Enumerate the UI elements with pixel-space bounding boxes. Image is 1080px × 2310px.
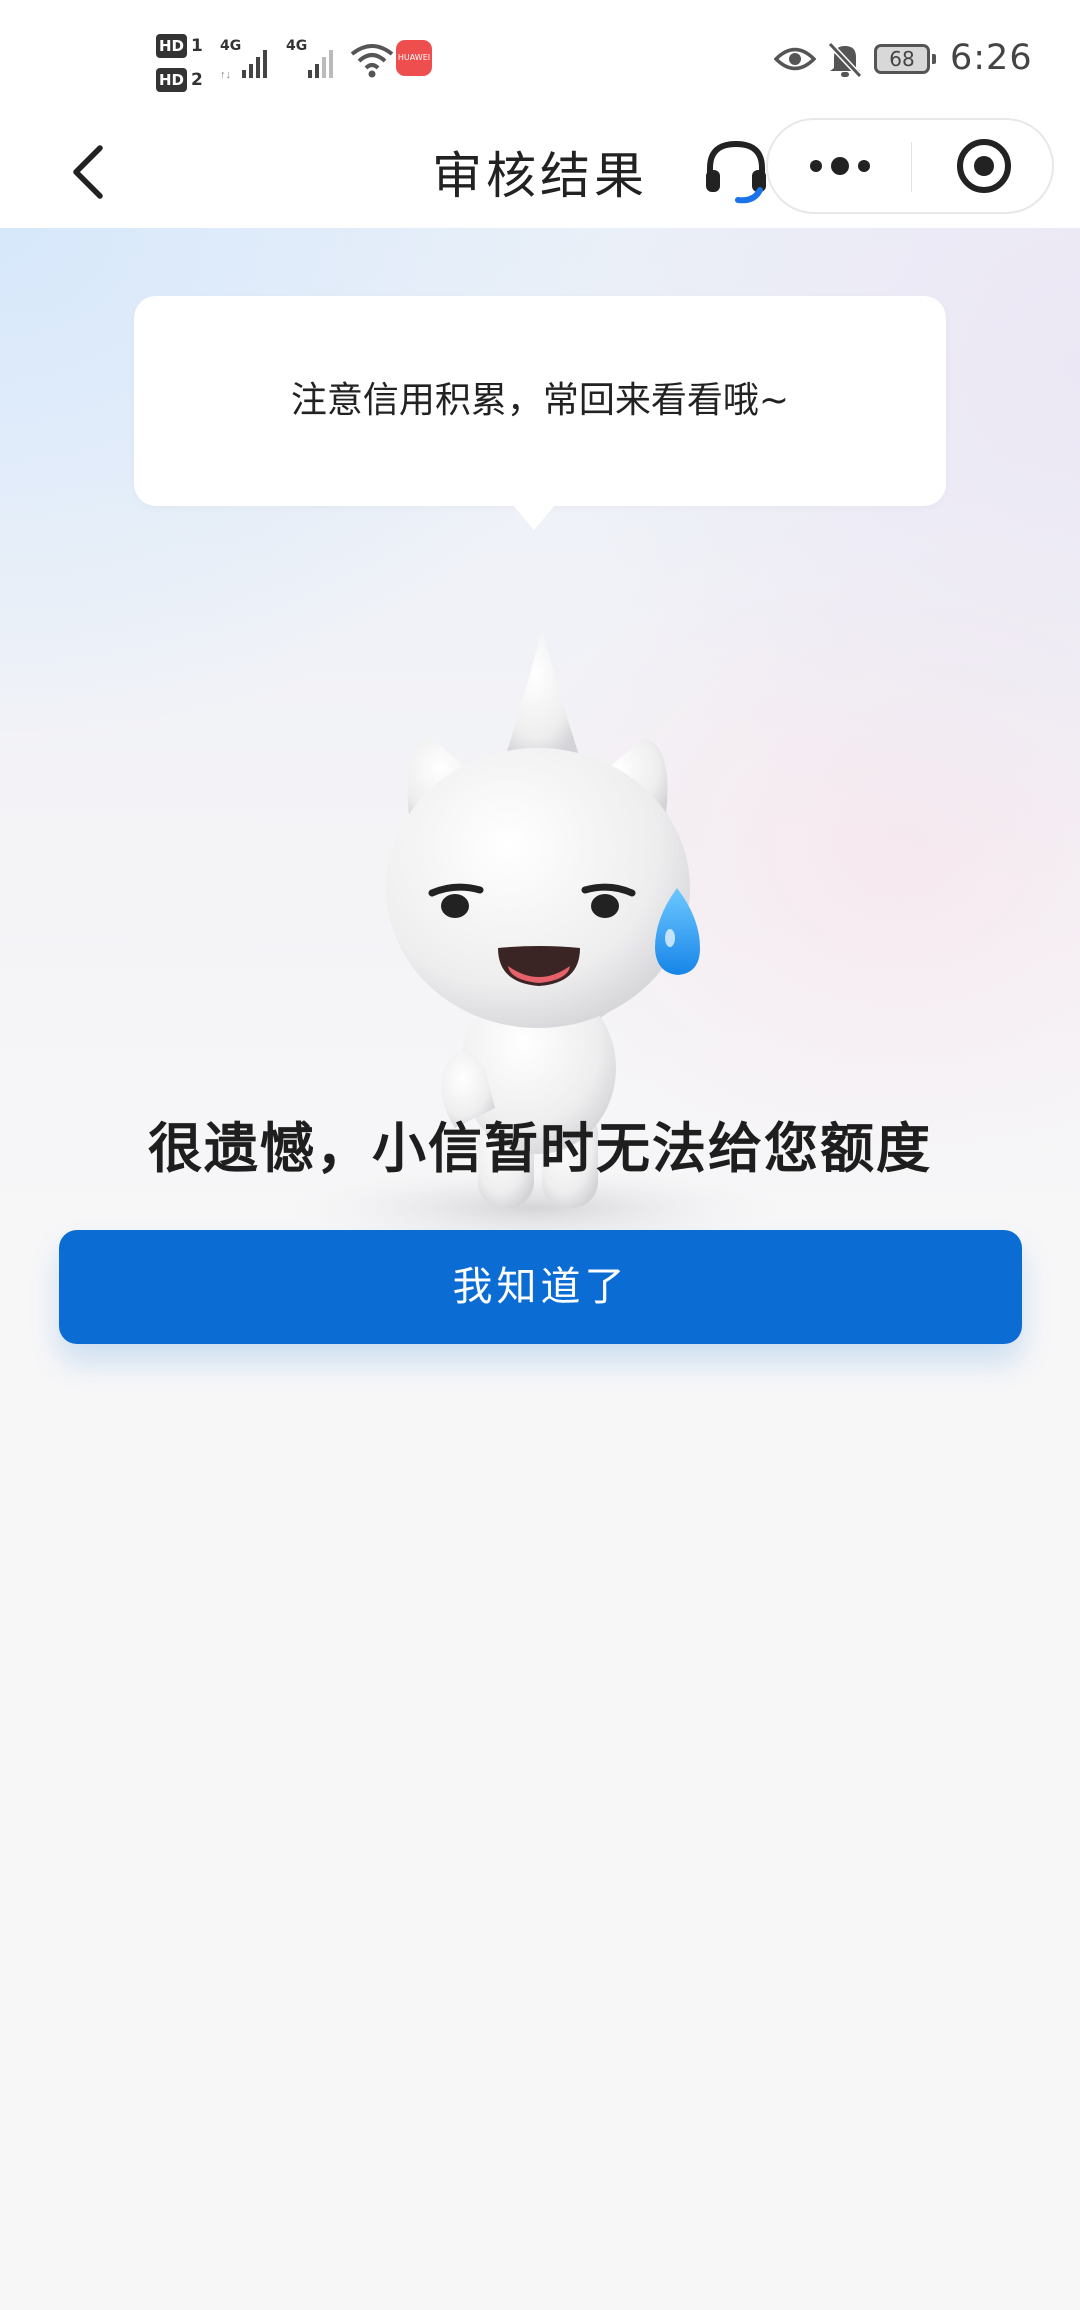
sim2-indicator: HD 2 [156, 68, 210, 92]
bell-muted-icon [827, 41, 863, 79]
mini-program-capsule [766, 118, 1054, 214]
signal-strength-2-icon [308, 50, 333, 78]
speech-bubble: 注意信用积累，常回来看看哦~ [134, 296, 946, 506]
eye-icon [774, 47, 816, 71]
status-bar-left: HD 1 HD 2 4G ↑↓ 4G HUAWEI [156, 26, 446, 96]
capsule-divider [911, 142, 912, 192]
status-bar-right: 68 6:26 [760, 26, 1080, 96]
navigation-bar: 审核结果 [0, 118, 1080, 228]
close-mini-program-button[interactable] [914, 120, 1054, 212]
sim1-indicator: HD 1 [156, 34, 210, 58]
hero-section: 注意信用积累，常回来看看哦~ [0, 228, 1080, 1250]
sim-indicators: HD 1 HD 2 [156, 30, 210, 96]
back-button[interactable] [60, 140, 124, 204]
chevron-left-icon [73, 145, 103, 199]
more-button[interactable] [768, 120, 910, 212]
more-dots-icon [810, 157, 870, 175]
headset-icon [706, 140, 766, 204]
speech-bubble-text: 注意信用积累，常回来看看哦~ [290, 380, 790, 421]
battery-level: 68 [889, 47, 915, 71]
sim2-label: 2 [191, 70, 203, 90]
page-title: 审核结果 [432, 147, 648, 205]
svg-text:↑↓: ↑↓ [220, 69, 231, 80]
signal-strength-1-icon: ↑↓ [220, 50, 267, 80]
hd1-label: HD [156, 34, 188, 58]
sim1-label: 1 [191, 36, 203, 56]
clock: 6:26 [950, 38, 1033, 78]
result-title: 很遗憾，小信暂时无法给您额度 [148, 1117, 932, 1180]
target-close-icon [957, 139, 1011, 193]
i-understand-button[interactable]: 我知道了 [59, 1230, 1022, 1344]
huawei-app-icon: HUAWEI [396, 40, 432, 76]
status-bar: HD 1 HD 2 4G ↑↓ 4G HUAWEI 68 6:26 [0, 0, 1080, 118]
hd2-label: HD [156, 68, 188, 92]
app-badge-text: HUAWEI [397, 53, 431, 62]
battery-indicator: 68 [874, 44, 936, 74]
wifi-icon [350, 44, 394, 78]
speech-bubble-tail [512, 504, 556, 530]
customer-service-button[interactable] [700, 134, 772, 206]
